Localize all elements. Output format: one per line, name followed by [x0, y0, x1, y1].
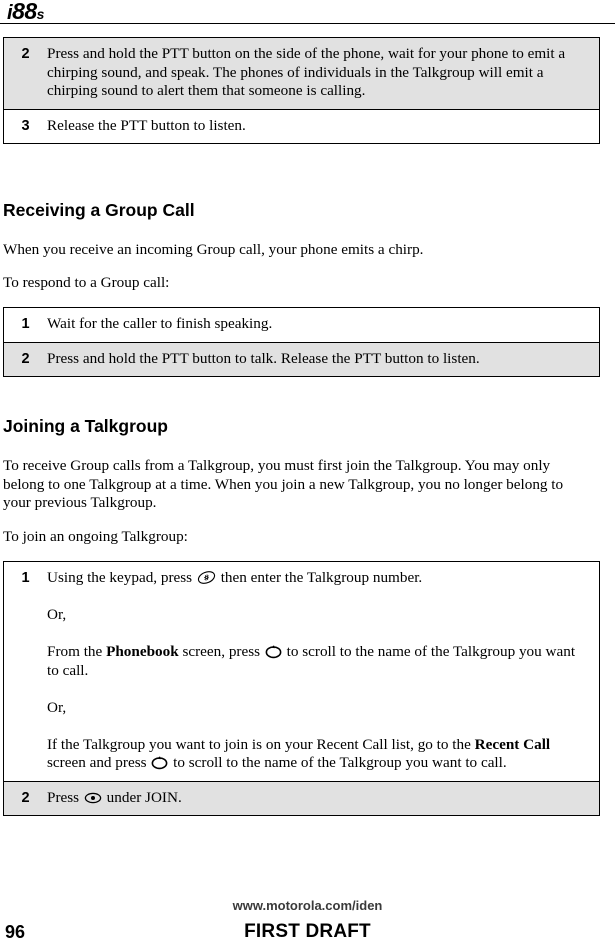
page-header: i88s	[0, 0, 615, 37]
step-text: Release the PTT button to listen.	[47, 109, 600, 144]
table-row: 2 Press and hold the PTT button on the s…	[3, 37, 600, 110]
step-text-fragment: If the Talkgroup you want to join is on …	[47, 735, 471, 753]
product-logo: i88s	[7, 0, 44, 24]
steps-table-receiving-group-call-wrapper: 1 Wait for the caller to finish speaking…	[0, 307, 600, 377]
step-text-fragment: to scroll to the name of the Talkgroup y…	[173, 754, 507, 771]
logo-number-88: 88	[12, 0, 37, 24]
table-row: 3 Release the PTT button to listen.	[3, 109, 600, 144]
table-row: 2 Press under JOIN.	[3, 781, 600, 816]
paragraph-joining-intro: To receive Group calls from a Talkgroup,…	[3, 457, 564, 511]
paragraph-joining-lead-in: To join an ongoing Talkgroup:	[3, 528, 188, 545]
section-heading-joining-a-talkgroup: Joining a Talkgroup	[3, 416, 168, 436]
step-text-fragment: then enter the Talkgroup number.	[220, 569, 423, 586]
step-text-fragment: From the	[47, 643, 103, 660]
step-number: 3	[21, 117, 30, 134]
menu-select-key-icon	[84, 791, 102, 805]
step-paragraph: Press and hold the PTT button on the sid…	[47, 45, 566, 99]
step-number: 2	[21, 46, 30, 62]
step-text-fragment: screen and press	[47, 754, 147, 771]
step-text-fragment: Press	[47, 788, 80, 806]
step-paragraph: If the Talkgroup you want to join is on …	[47, 736, 585, 773]
steps-table-making-group-call-wrapper: 2 Press and hold the PTT button on the s…	[0, 37, 600, 144]
step-paragraph: Release the PTT button to listen.	[47, 116, 246, 134]
steps-table-joining-talkgroup-wrapper: 1 Using the keypad, press # then enter t…	[0, 561, 600, 816]
step-paragraph: From the Phonebook screen, press to scro…	[47, 643, 585, 680]
step-number: 2	[21, 789, 30, 806]
page-footer: www.motorola.com/iden 96 FIRST DRAFT	[0, 894, 615, 950]
navigation-key-icon	[151, 755, 168, 770]
screen-name-recent-call: Recent Call	[474, 735, 551, 753]
table-row: 2 Press and hold the PTT button to talk.…	[3, 342, 600, 377]
step-text: Press and hold the PTT button to talk. R…	[47, 342, 600, 377]
step-text-fragment: screen, press	[182, 643, 261, 660]
section-heading-receiving-a-group-call: Receiving a Group Call	[3, 200, 195, 220]
paragraph-receiving-lead-in: To respond to a Group call:	[3, 274, 170, 291]
steps-table-making-group-call: 2 Press and hold the PTT button on the s…	[3, 37, 600, 144]
table-row: 1 Wait for the caller to finish speaking…	[3, 307, 600, 343]
pound-key-icon: #	[197, 570, 216, 585]
step-text: Press under JOIN.	[47, 781, 600, 816]
step-text-fragment: under JOIN.	[106, 788, 182, 806]
navigation-key-icon	[265, 644, 282, 659]
step-number: 1	[21, 316, 30, 332]
steps-table-joining-talkgroup: 1 Using the keypad, press # then enter t…	[3, 561, 600, 816]
step-text: Press and hold the PTT button on the sid…	[47, 38, 600, 110]
manual-page: i88s 2 Press and hold the PTT button on …	[0, 0, 615, 950]
step-text-fragment: Using the keypad, press	[47, 569, 193, 586]
step-number: 1	[21, 570, 30, 586]
paragraph-receiving-intro: When you receive an incoming Group call,…	[3, 241, 424, 258]
logo-letter-s: s	[36, 6, 45, 22]
step-paragraph: Wait for the caller to finish speaking.	[47, 315, 273, 332]
step-paragraph: Using the keypad, press # then enter the…	[47, 569, 585, 588]
step-text: Using the keypad, press # then enter the…	[47, 562, 600, 782]
table-row: 1 Using the keypad, press # then enter t…	[3, 561, 600, 782]
header-divider	[0, 23, 615, 24]
step-paragraph: Press under JOIN.	[47, 789, 585, 808]
step-paragraph: Press and hold the PTT button to talk. R…	[47, 349, 480, 367]
screen-name-phonebook: Phonebook	[106, 643, 179, 660]
step-paragraph-or-2: Or,	[47, 698, 67, 716]
footer-draft-label: FIRST DRAFT	[244, 921, 371, 942]
step-text: Wait for the caller to finish speaking.	[47, 308, 600, 343]
footer-website-url: www.motorola.com/iden	[232, 898, 383, 913]
step-paragraph-or-1: Or,	[47, 606, 67, 623]
steps-table-receiving-group-call: 1 Wait for the caller to finish speaking…	[3, 307, 600, 377]
step-number: 2	[21, 350, 30, 367]
